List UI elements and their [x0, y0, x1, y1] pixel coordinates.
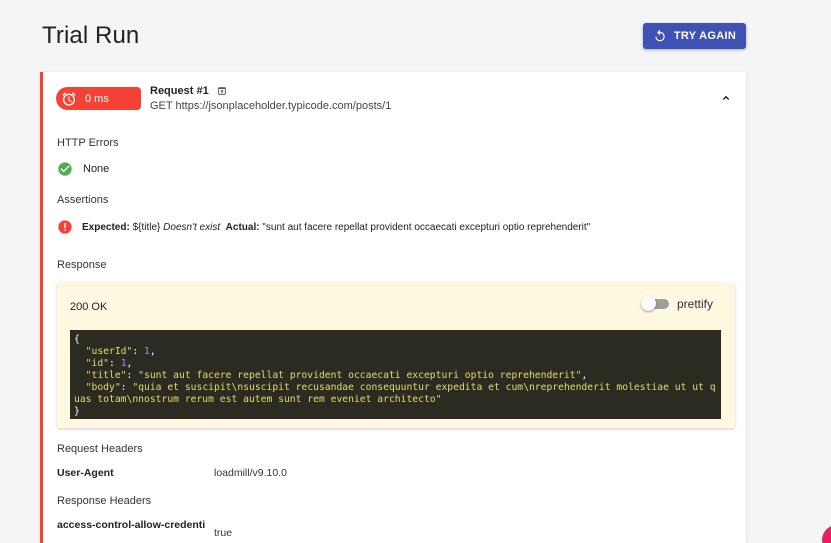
response-headers-label: Response Headers: [57, 495, 152, 507]
duration-text: 0 ms: [85, 92, 109, 105]
chat-bubble-button[interactable]: [822, 525, 831, 543]
actual-label: Actual:: [225, 221, 260, 233]
header-name: User-Agent: [57, 467, 114, 479]
request-header-row: User-Agent loadmill/v9.10.0: [57, 467, 287, 479]
header-value: loadmill/v9.10.0: [214, 467, 287, 479]
page-title: Trial Run: [42, 22, 140, 49]
try-again-button[interactable]: TRY AGAIN: [643, 23, 746, 49]
http-errors-label: HTTP Errors: [57, 137, 119, 149]
request-title-text: Request #1: [150, 85, 209, 97]
http-errors-value: None: [83, 163, 110, 175]
duration-badge: 0 ms: [56, 87, 141, 110]
alarm-icon: [62, 91, 76, 106]
request-title: Request #1: [150, 85, 227, 97]
try-again-label: TRY AGAIN: [673, 30, 737, 42]
response-panel: 200 OK prettify { "userId": 1, "id": 1, …: [57, 283, 735, 428]
actual-value: "sunt aut facere repellat provident occa…: [262, 221, 591, 233]
expected-label: Expected:: [82, 221, 130, 233]
response-status: 200 OK: [70, 301, 108, 313]
response-header-row: access-control-allow-credenti true: [57, 519, 232, 539]
http-errors-row: None: [57, 161, 109, 177]
header-name: access-control-allow-credenti: [57, 519, 206, 531]
assertion-row: Expected: ${title} Doesn't exist Actual:…: [57, 219, 590, 235]
request-url: GET https://jsonplaceholder.typicode.com…: [150, 100, 392, 112]
assertions-label: Assertions: [57, 194, 109, 206]
expected-value: ${title}: [132, 221, 161, 233]
prettify-label: prettify: [677, 297, 714, 311]
request-card: 0 ms Request #1 GET https://jsonplacehol…: [40, 72, 746, 543]
error-icon: [58, 220, 72, 234]
response-body[interactable]: { "userId": 1, "id": 1, "title": "sunt a…: [70, 330, 721, 419]
prettify-toggle[interactable]: [641, 296, 669, 311]
header-value: true: [214, 527, 233, 539]
export-icon[interactable]: [217, 86, 227, 96]
assertion-condition: Doesn't exist: [163, 221, 221, 233]
chevron-up-icon[interactable]: [720, 92, 732, 104]
response-label: Response: [57, 259, 107, 271]
refresh-icon: [655, 29, 665, 42]
check-circle-icon: [58, 162, 72, 176]
request-headers-label: Request Headers: [57, 443, 143, 455]
toggle-thumb: [641, 296, 656, 311]
